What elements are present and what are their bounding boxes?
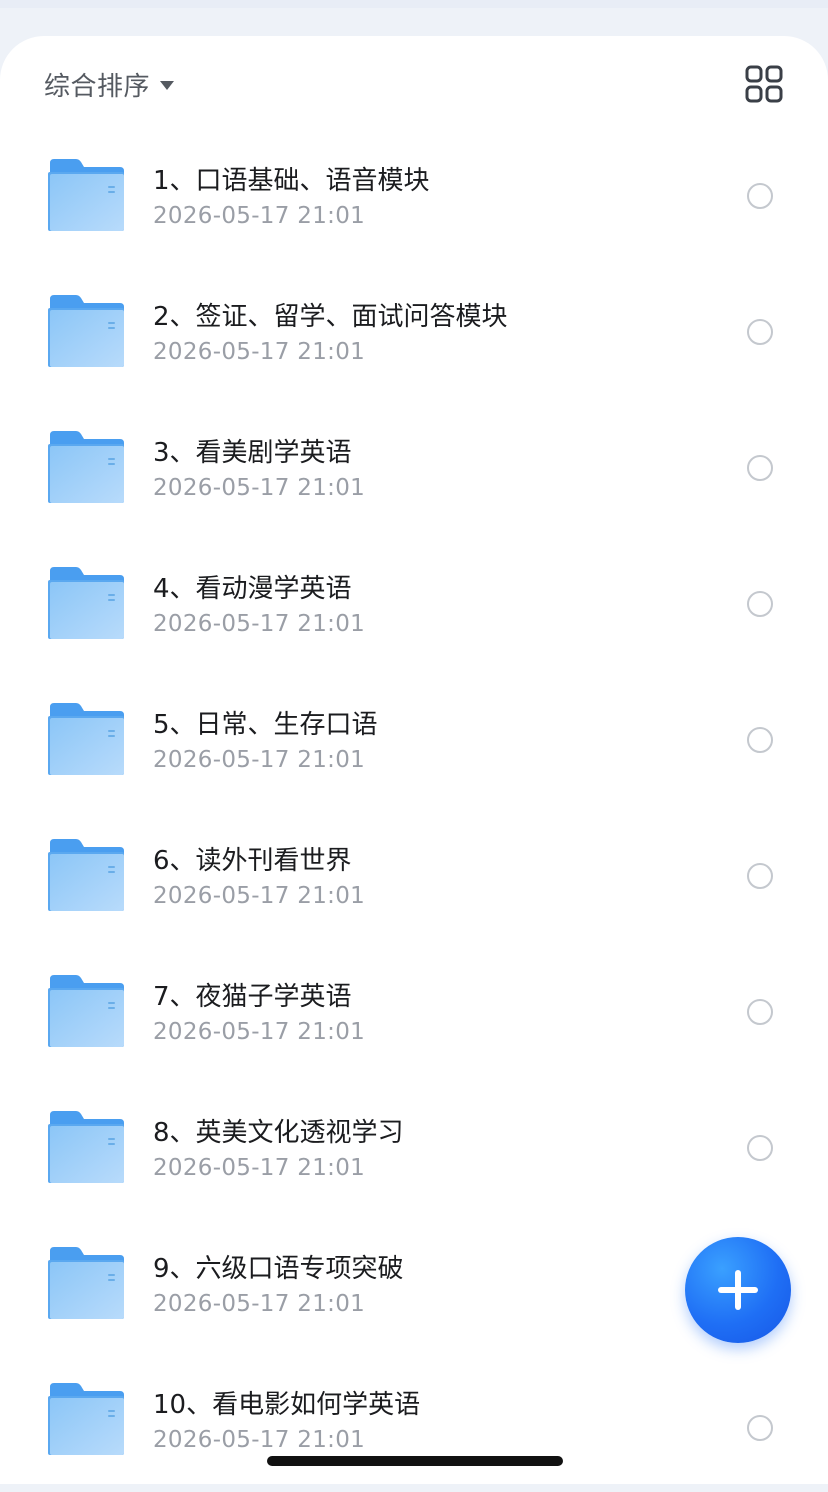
file-row[interactable]: 6、读外刊看世界 2026-05-17 21:01 — [0, 812, 828, 948]
folder-icon — [48, 1247, 124, 1319]
file-row[interactable]: 2、签证、留学、面试问答模块 2026-05-17 21:01 — [0, 268, 828, 404]
file-row[interactable]: 7、夜猫子学英语 2026-05-17 21:01 — [0, 948, 828, 1084]
file-name: 10、看电影如何学英语 — [153, 1390, 421, 1420]
folder-icon — [48, 703, 124, 775]
file-date: 2026-05-17 21:01 — [153, 747, 366, 773]
file-date: 2026-05-17 21:01 — [153, 1019, 366, 1045]
file-row[interactable]: 8、英美文化透视学习 2026-05-17 21:01 — [0, 1084, 828, 1220]
grid-view-toggle-button[interactable] — [744, 64, 784, 104]
file-date: 2026-05-17 21:01 — [153, 883, 366, 909]
home-indicator[interactable] — [267, 1456, 563, 1466]
caret-down-icon — [160, 81, 175, 90]
file-date: 2026-05-17 21:01 — [153, 203, 366, 229]
folder-icon — [48, 567, 124, 639]
file-date: 2026-05-17 21:01 — [153, 475, 366, 501]
select-radio[interactable] — [747, 319, 773, 345]
select-radio[interactable] — [747, 1135, 773, 1161]
folder-icon — [48, 1111, 124, 1183]
list-toolbar: 综合排序 — [0, 36, 828, 132]
file-name: 3、看美剧学英语 — [153, 438, 352, 468]
select-radio[interactable] — [747, 591, 773, 617]
file-row[interactable]: 1、口语基础、语音模块 2026-05-17 21:01 — [0, 132, 828, 268]
add-button[interactable] — [685, 1237, 791, 1343]
folder-icon — [48, 159, 124, 231]
select-radio[interactable] — [747, 727, 773, 753]
file-name: 5、日常、生存口语 — [153, 710, 378, 740]
file-date: 2026-05-17 21:01 — [153, 611, 366, 637]
file-row[interactable]: 5、日常、生存口语 2026-05-17 21:01 — [0, 676, 828, 812]
sort-label: 综合排序 — [44, 71, 151, 102]
folder-icon — [48, 431, 124, 503]
select-radio[interactable] — [747, 183, 773, 209]
file-name: 7、夜猫子学英语 — [153, 982, 352, 1012]
file-row[interactable]: 4、看动漫学英语 2026-05-17 21:01 — [0, 540, 828, 676]
file-date: 2026-05-17 21:01 — [153, 339, 366, 365]
file-name: 8、英美文化透视学习 — [153, 1118, 404, 1148]
file-name: 2、签证、留学、面试问答模块 — [153, 302, 508, 332]
folder-icon — [48, 1383, 124, 1455]
status-bar-strip — [0, 0, 828, 8]
file-date: 2026-05-17 21:01 — [153, 1427, 366, 1453]
file-date: 2026-05-17 21:01 — [153, 1155, 366, 1181]
file-name: 1、口语基础、语音模块 — [153, 166, 430, 196]
file-name: 6、读外刊看世界 — [153, 846, 352, 876]
file-name: 9、六级口语专项突破 — [153, 1254, 404, 1284]
sort-dropdown-button[interactable]: 综合排序 — [44, 64, 175, 104]
select-radio[interactable] — [747, 999, 773, 1025]
select-radio[interactable] — [747, 1415, 773, 1441]
folder-icon — [48, 295, 124, 367]
file-row[interactable]: 3、看美剧学英语 2026-05-17 21:01 — [0, 404, 828, 540]
grid-view-icon — [745, 65, 783, 103]
folder-icon — [48, 839, 124, 911]
folder-icon — [48, 975, 124, 1047]
file-date: 2026-05-17 21:01 — [153, 1291, 366, 1317]
file-name: 4、看动漫学英语 — [153, 574, 352, 604]
file-row[interactable]: 10、看电影如何学英语 2026-05-17 21:01 — [0, 1356, 828, 1492]
select-radio[interactable] — [747, 863, 773, 889]
select-radio[interactable] — [747, 455, 773, 481]
